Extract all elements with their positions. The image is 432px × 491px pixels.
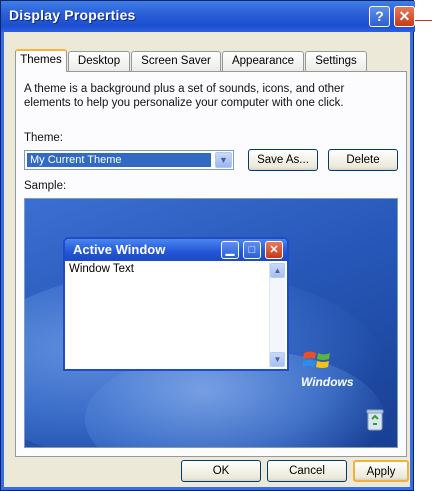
windows-logo-icon [303,351,330,368]
help-button[interactable]: ? [369,6,390,27]
tab-themes[interactable]: Themes [15,49,67,72]
cancel-button[interactable]: Cancel [267,460,347,482]
window-text: Window Text [69,263,134,275]
save-as-button[interactable]: Save As... [248,149,318,171]
close-icon: ✕ [265,241,283,259]
theme-dropdown-value: My Current Theme [27,153,211,167]
close-button[interactable]: ✕ [394,6,415,27]
tab-screen-saver[interactable]: Screen Saver [131,51,221,71]
theme-description: A theme is a background plus a set of so… [24,83,345,109]
dialog-body: Themes Desktop Screen Saver Appearance S… [7,36,409,486]
windows-brand-text: Windows [301,375,354,389]
maximize-icon: □ [243,241,261,259]
recycle-bin-icon [366,409,384,431]
title-bar[interactable]: Display Properties ? ✕ [1,1,415,32]
theme-label: Theme: [24,132,63,144]
display-properties-window: Display Properties ? ✕ Themes Desktop Sc… [0,0,415,491]
ok-button[interactable]: OK [181,460,261,482]
theme-sample-preview: Active Window ▁ □ ✕ Window Text ▲ ▼ Wind… [24,198,398,448]
scroll-down-icon: ▼ [270,352,285,367]
tab-desktop[interactable]: Desktop [68,51,130,71]
themes-panel: A theme is a background plus a set of so… [15,71,407,457]
chevron-down-icon[interactable]: ▼ [215,152,232,168]
delete-button[interactable]: Delete [328,149,398,171]
window-title: Display Properties [9,7,136,23]
minimize-icon: ▁ [221,241,239,259]
tab-strip: Themes Desktop Screen Saver Appearance S… [15,49,395,72]
active-window-preview: Active Window ▁ □ ✕ Window Text ▲ ▼ [63,237,289,371]
scrollbar-preview: ▲ ▼ [269,263,285,367]
apply-button[interactable]: Apply [353,460,409,482]
tab-appearance[interactable]: Appearance [222,51,304,71]
tab-settings[interactable]: Settings [305,51,367,71]
scroll-up-icon: ▲ [270,263,285,278]
sample-label: Sample: [24,180,67,192]
theme-dropdown[interactable]: My Current Theme ▼ [24,150,234,170]
